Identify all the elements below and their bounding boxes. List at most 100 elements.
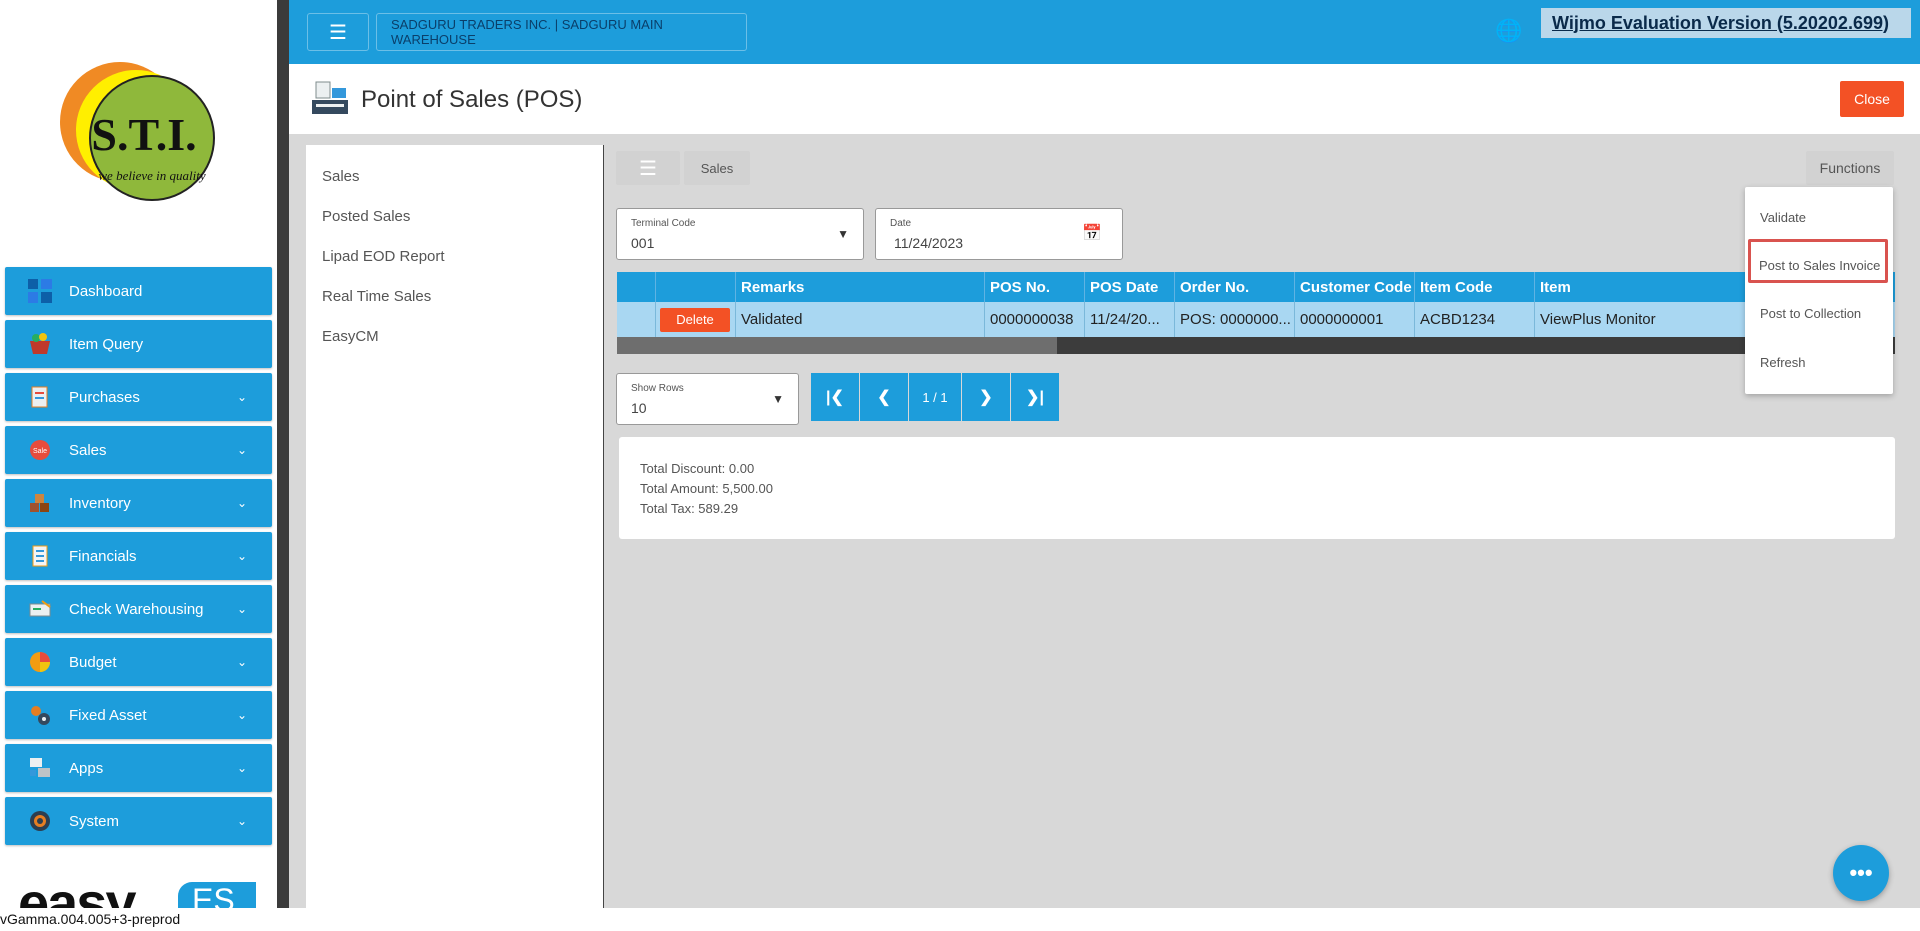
cell-pos-date[interactable]: 11/24/20... <box>1085 302 1175 337</box>
hamburger-menu-icon[interactable]: ☰ <box>307 13 369 51</box>
gears-icon <box>27 702 53 728</box>
grid-header-remarks[interactable]: Remarks <box>736 272 985 302</box>
dropdown-arrow-icon: ▼ <box>772 392 784 406</box>
delete-button[interactable]: Delete <box>660 307 730 332</box>
first-page-icon[interactable]: |❮ <box>811 373 859 421</box>
functions-button[interactable]: Functions <box>1806 151 1894 185</box>
cell-pos-no[interactable]: 0000000038 <box>985 302 1085 337</box>
submenu-item-lipad-eod-report[interactable]: Lipad EOD Report <box>322 248 445 265</box>
chevron-down-icon: ⌄ <box>236 814 248 828</box>
chevron-down-icon: ⌄ <box>236 708 248 722</box>
sales-grid: Remarks POS No. POS Date Order No. Custo… <box>617 272 1895 354</box>
grid-header-order-no[interactable]: Order No. <box>1175 272 1295 302</box>
sidebar-item-label: Item Query <box>69 335 144 353</box>
globe-icon[interactable]: 🌐 <box>1495 18 1522 44</box>
sidebar-item-budget[interactable]: Budget ⌄ <box>5 638 272 686</box>
sidebar-item-apps[interactable]: Apps ⌄ <box>5 744 272 792</box>
page-title-bar: Point of Sales (POS) Close <box>289 64 1920 134</box>
sidebar-item-label: Apps <box>69 759 104 777</box>
sidebar-item-inventory[interactable]: Inventory ⌄ <box>5 479 272 527</box>
basket-icon <box>27 331 53 357</box>
grid-header-pos-no[interactable]: POS No. <box>985 272 1085 302</box>
pie-icon <box>27 649 53 675</box>
grid-header-cell <box>617 272 656 302</box>
submenu-item-posted-sales[interactable]: Posted Sales <box>322 208 410 225</box>
version-label: vGamma.004.005+3-preprod <box>0 911 181 927</box>
panel-menu-icon[interactable]: ☰ <box>616 151 680 185</box>
dropdown-arrow-icon: ▼ <box>837 227 849 241</box>
sidebar-item-label: Fixed Asset <box>69 706 147 724</box>
calendar-icon[interactable]: 📅 <box>1082 223 1102 243</box>
sidebar-item-check-warehousing[interactable]: Check Warehousing ⌄ <box>5 585 272 633</box>
sidebar: S.T.I. we believe in quality Dashboard I… <box>0 0 277 908</box>
date-value: 11/24/2023 <box>894 235 964 251</box>
sidebar-item-item-query[interactable]: Item Query <box>5 320 272 368</box>
cell-customer-code[interactable]: 0000000001 <box>1295 302 1415 337</box>
show-rows-select[interactable]: Show Rows 10 ▼ <box>616 373 799 425</box>
menu-item-refresh[interactable]: Refresh <box>1760 355 1806 370</box>
pagination: |❮ ❮ 1 / 1 ❯ ❯| <box>811 373 1060 421</box>
next-page-icon[interactable]: ❯ <box>962 373 1010 421</box>
company-logo: S.T.I. we believe in quality <box>60 62 215 201</box>
sidebar-item-dashboard[interactable]: Dashboard <box>5 267 272 315</box>
submenu-item-real-time-sales[interactable]: Real Time Sales <box>322 288 431 305</box>
sidebar-item-label: Dashboard <box>69 282 143 300</box>
cell-order-no[interactable]: POS: 0000000... <box>1175 302 1295 337</box>
table-row[interactable]: Delete Validated 0000000038 11/24/20... … <box>617 302 1895 337</box>
scrollbar-thumb[interactable] <box>617 337 1057 354</box>
grid-header-cell <box>656 272 736 302</box>
row-selector[interactable] <box>617 302 656 337</box>
wijmo-evaluation-banner[interactable]: Wijmo Evaluation Version (5.20202.699) <box>1541 8 1911 38</box>
chevron-down-icon: ⌄ <box>236 549 248 563</box>
svg-text:we believe in quality: we believe in quality <box>98 168 205 183</box>
brand-logo-text: easy <box>18 871 137 908</box>
sidebar-item-label: Sales <box>69 441 107 459</box>
breadcrumb: Sales <box>684 151 750 185</box>
close-button[interactable]: Close <box>1840 81 1904 117</box>
show-rows-label: Show Rows <box>631 383 684 394</box>
sidebar-item-financials[interactable]: Financials ⌄ <box>5 532 272 580</box>
horizontal-scrollbar[interactable] <box>617 337 1895 354</box>
chevron-down-icon: ⌄ <box>236 390 248 404</box>
last-page-icon[interactable]: ❯| <box>1011 373 1059 421</box>
page-title: Point of Sales (POS) <box>361 86 583 113</box>
total-discount: Total Discount: 0.00 <box>640 461 755 476</box>
sidebar-item-system[interactable]: System ⌄ <box>5 797 272 845</box>
sidebar-item-fixed-asset[interactable]: Fixed Asset ⌄ <box>5 691 272 739</box>
menu-item-post-to-sales-invoice[interactable]: Post to Sales Invoice <box>1759 258 1880 273</box>
company-selector[interactable]: SADGURU TRADERS INC. | SADGURU MAIN WARE… <box>376 13 747 51</box>
submenu-item-easycm[interactable]: EasyCM <box>322 328 379 345</box>
grid-header-item-code[interactable]: Item Code <box>1415 272 1535 302</box>
chevron-down-icon: ⌄ <box>236 443 248 457</box>
apps-icon <box>27 755 53 781</box>
check-icon <box>27 596 53 622</box>
grid-header-customer-code[interactable]: Customer Code <box>1295 272 1415 302</box>
brand-logo-suffix: ES <box>178 882 256 908</box>
date-field[interactable]: Date 11/24/2023 📅 <box>875 208 1123 260</box>
sidebar-item-purchases[interactable]: Purchases ⌄ <box>5 373 272 421</box>
menu-item-post-to-collection[interactable]: Post to Collection <box>1760 306 1861 321</box>
terminal-code-select[interactable]: Terminal Code 001 ▼ <box>616 208 864 260</box>
pos-terminal-icon <box>312 81 348 114</box>
previous-page-icon[interactable]: ❮ <box>860 373 908 421</box>
menu-item-validate[interactable]: Validate <box>1760 210 1806 225</box>
submenu-item-sales[interactable]: Sales <box>322 168 360 185</box>
dashboard-icon <box>27 278 53 304</box>
total-tax: Total Tax: 589.29 <box>640 501 739 516</box>
sidebar-item-label: Financials <box>69 547 137 565</box>
totals-panel: Total Discount: 0.00 Total Amount: 5,500… <box>619 437 1895 539</box>
top-header: ☰ SADGURU TRADERS INC. | SADGURU MAIN WA… <box>289 0 1920 64</box>
more-actions-icon[interactable]: ••• <box>1833 845 1889 901</box>
cell-item-code[interactable]: ACBD1234 <box>1415 302 1535 337</box>
functions-menu: Validate Post to Sales Invoice Post to C… <box>1745 187 1893 394</box>
sidebar-item-label: Purchases <box>69 388 140 406</box>
svg-text:S.T.I.: S.T.I. <box>91 109 196 160</box>
grid-header-pos-date[interactable]: POS Date <box>1085 272 1175 302</box>
terminal-code-value: 001 <box>631 235 655 251</box>
sidebar-item-label: Check Warehousing <box>69 600 204 618</box>
pos-submenu: Sales Posted Sales Lipad EOD Report Real… <box>306 145 604 908</box>
cell-remarks[interactable]: Validated <box>736 302 985 337</box>
grid-header: Remarks POS No. POS Date Order No. Custo… <box>617 272 1895 302</box>
sidebar-item-sales[interactable]: Sale Sales ⌄ <box>5 426 272 474</box>
boxes-icon <box>27 490 53 516</box>
